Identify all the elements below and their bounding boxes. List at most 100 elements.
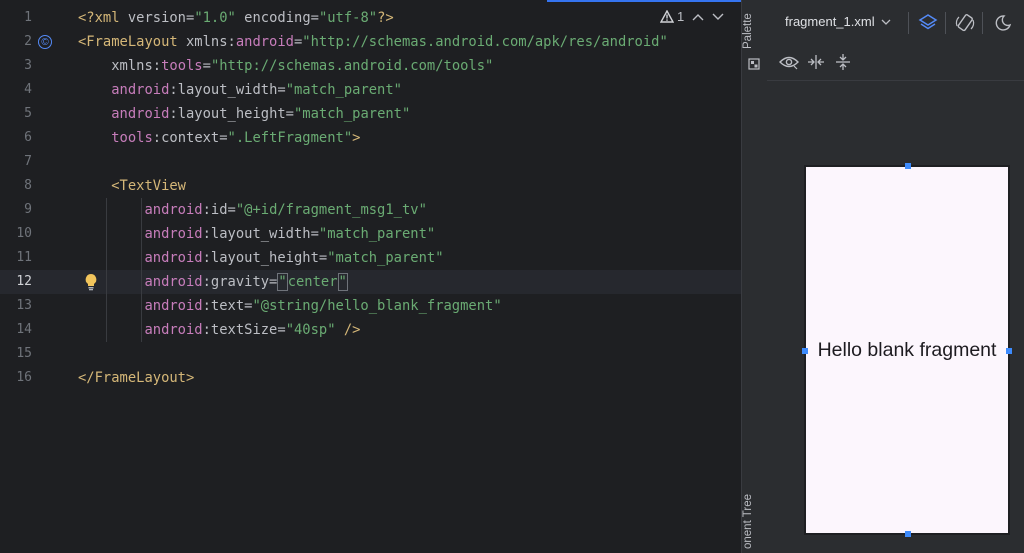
code-line[interactable]: android:gravity="center": [70, 270, 741, 294]
code-token: :textSize=: [202, 322, 286, 338]
file-selector[interactable]: fragment_1.xml: [785, 14, 891, 29]
code-token: :layout_width=: [202, 226, 319, 242]
code-line[interactable]: android:text="@string/hello_blank_fragme…: [70, 294, 741, 318]
design-subtoolbar: [767, 44, 1024, 81]
code-token: android: [111, 106, 170, 122]
palette-icon: [748, 57, 760, 70]
line-number: 3: [24, 58, 32, 73]
resize-handle-right[interactable]: [1006, 348, 1012, 354]
code-line[interactable]: android:textSize="40sp" />: [70, 318, 741, 342]
code-token: =: [202, 58, 211, 74]
code-token: "match_parent": [294, 106, 411, 122]
code-token: />: [343, 322, 361, 338]
code-token: ".LeftFragment": [227, 130, 353, 146]
indent-guide: [106, 198, 107, 342]
code-token: ": [277, 273, 288, 291]
rotate-device-icon[interactable]: [954, 12, 976, 34]
layers-icon[interactable]: [917, 12, 939, 34]
toolbar-separator: [908, 12, 909, 34]
code-line-text: <?xml version="1.0" encoding="utf-8"?>: [78, 10, 394, 26]
warning-icon: [660, 10, 674, 23]
line-number: 4: [24, 82, 32, 97]
preview-textview[interactable]: Hello blank fragment: [806, 167, 1008, 533]
code-line[interactable]: xmlns:tools="http://schemas.android.com/…: [70, 54, 741, 78]
palette-tab[interactable]: Palette: [742, 6, 767, 56]
code-token: <FrameLayout: [78, 34, 186, 50]
code-line[interactable]: <TextView: [70, 174, 741, 198]
code-line-text: android:textSize="40sp" />: [78, 322, 360, 338]
code-line[interactable]: </FrameLayout>: [70, 366, 741, 390]
code-token: android: [144, 322, 203, 338]
component-tree-tab[interactable]: onent Tree: [742, 490, 767, 553]
code-line-text: tools:context=".LeftFragment">: [78, 130, 360, 146]
line-number: 11: [16, 250, 32, 265]
line-number: 7: [24, 154, 32, 169]
inspection-widget[interactable]: 1: [660, 9, 724, 24]
code-line[interactable]: android:layout_height="match_parent": [70, 246, 741, 270]
code-token: "@+id/fragment_msg1_tv": [235, 202, 427, 218]
code-token: tools: [111, 130, 153, 146]
chevron-up-icon[interactable]: [692, 13, 704, 21]
chevron-down-icon: [881, 19, 891, 25]
code-line[interactable]: tools:context=".LeftFragment">: [70, 126, 741, 150]
code-token: "utf-8": [318, 10, 378, 26]
device-preview[interactable]: Hello blank fragment: [802, 163, 1012, 537]
code-line-text: <TextView: [78, 178, 186, 194]
line-number: 5: [24, 106, 32, 121]
chevron-down-icon[interactable]: [712, 13, 724, 21]
code-token: "@string/hello_blank_fragment": [252, 298, 502, 314]
layout-design-panel: fragment_1.xml Hello blank fragment: [767, 0, 1024, 553]
resize-handle-left[interactable]: [802, 348, 808, 354]
line-number: 14: [16, 322, 32, 337]
code-line[interactable]: [70, 150, 741, 174]
line-number: 15: [16, 346, 32, 361]
code-token: "http://schemas.android.com/tools": [210, 58, 494, 74]
code-line[interactable]: [70, 342, 741, 366]
lightbulb-icon[interactable]: [84, 273, 98, 291]
expand-vertical-icon[interactable]: [835, 53, 851, 76]
code-line[interactable]: android:layout_width="match_parent": [70, 78, 741, 102]
code-line[interactable]: android:layout_width="match_parent": [70, 222, 741, 246]
resize-handle-bottom[interactable]: [905, 531, 911, 537]
expand-horizontal-icon[interactable]: [807, 54, 825, 75]
line-number: 16: [16, 370, 32, 385]
code-token: "1.0": [194, 10, 236, 26]
code-line-text: <FrameLayout xmlns:android="http://schem…: [78, 34, 668, 50]
code-line-text: android:id="@+id/fragment_msg1_tv": [78, 202, 427, 218]
eye-icon[interactable]: [779, 54, 799, 75]
code-token: "match_parent": [318, 226, 436, 242]
code-line[interactable]: android:layout_height="match_parent": [70, 102, 741, 126]
code-token: </FrameLayout>: [78, 370, 195, 386]
night-mode-icon[interactable]: [991, 12, 1013, 34]
class-marker-icon[interactable]: ©: [38, 35, 52, 49]
code-line[interactable]: <?xml version="1.0" encoding="utf-8"?>: [70, 6, 741, 30]
code-token: android: [144, 250, 203, 266]
code-token: "match_parent": [327, 250, 444, 266]
code-token: :gravity=: [202, 274, 278, 290]
design-side-strip: Palette onent Tree: [742, 0, 767, 553]
code-token: "http://schemas.android.com/apk/res/andr…: [302, 34, 668, 50]
code-line[interactable]: <FrameLayout xmlns:android="http://schem…: [70, 30, 741, 54]
code-area[interactable]: <?xml version="1.0" encoding="utf-8"?> <F…: [70, 0, 741, 553]
warning-indicator[interactable]: 1: [660, 9, 684, 24]
code-token: encoding: [244, 10, 311, 26]
code-line[interactable]: android:id="@+id/fragment_msg1_tv": [70, 198, 741, 222]
code-editor[interactable]: 1 2 3 4 5 6 7 8 9 10 11 12 13 14 15 16 © <?xml version="…: [0, 0, 741, 553]
code-token: android: [144, 274, 203, 290]
design-canvas[interactable]: Hello blank fragment: [767, 81, 1024, 553]
code-token: :layout_width=: [169, 82, 286, 98]
line-number: 10: [16, 226, 32, 241]
line-number: 13: [16, 298, 32, 313]
line-number: 1: [24, 10, 32, 25]
resize-handle-top[interactable]: [905, 163, 911, 169]
